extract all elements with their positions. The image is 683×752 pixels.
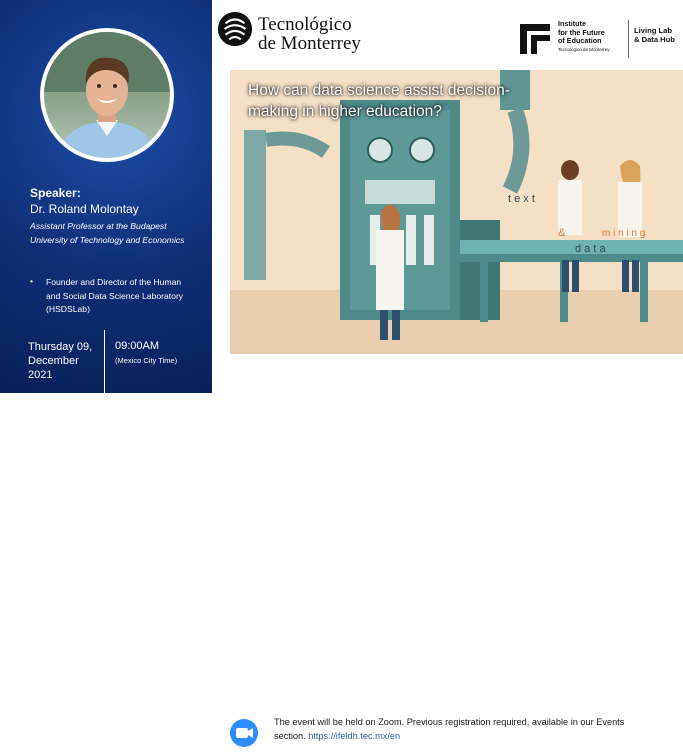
event-content: Tecnológico de Monterrey Institute for t… — [212, 0, 683, 747]
speaker-panel: Speaker: Dr. Roland Molontay Assistant P… — [0, 0, 212, 393]
university-name-line2: de Monterrey — [258, 33, 361, 54]
belt-word-data: d a t a — [575, 243, 606, 255]
event-headline: How can data science assist decision-mak… — [248, 82, 510, 120]
logo-bar: Tecnológico de Monterrey Institute for t… — [212, 0, 683, 68]
institute-name-line3: of Education — [558, 36, 602, 45]
zoom-icon — [230, 719, 258, 747]
event-banner: t e x t & m i n i n g d a t a How can da… — [230, 70, 683, 354]
event-info-prefix: section. — [274, 731, 306, 741]
tec-monterrey-logo-icon — [217, 11, 253, 47]
speaker-name: Dr. Roland Molontay — [30, 202, 139, 216]
logo-divider — [628, 20, 629, 58]
event-footer: The event will be held on Zoom. Previous… — [212, 356, 683, 747]
speaker-title: Assistant Professor at the Budapest Univ… — [30, 221, 185, 245]
institute-name: Institute for the Future of Education Te… — [558, 19, 638, 54]
event-info-line2: section. https://ifeldh.tec.mx/en — [274, 731, 400, 741]
event-date: Thursday 09, December 2021 — [28, 341, 93, 381]
living-lab-line1: Living Lab — [634, 26, 672, 35]
belt-word-mining: m i n i n g — [602, 228, 645, 239]
university-name-line1: Tecnológico — [258, 14, 352, 35]
university-name: Tecnológico de Monterrey — [258, 15, 361, 53]
belt-word-amp: & — [558, 227, 566, 239]
registration-link[interactable]: https://ifeldh.tec.mx/en — [308, 731, 400, 741]
bullet-symbol: • — [30, 276, 34, 286]
institute-logo-icon — [520, 24, 550, 54]
speaker-photo-frame — [40, 28, 174, 162]
schedule-divider — [104, 330, 105, 393]
belt-word-text: t e x t — [508, 193, 535, 205]
speaker-photo — [44, 32, 170, 158]
event-timezone: (Mexico City Time) — [115, 356, 178, 365]
institute-subtitle: Tecnológico de Monterrey — [558, 46, 610, 52]
living-lab-line2: & Data Hub — [634, 35, 675, 44]
event-time: 09:00AM — [115, 340, 160, 352]
speaker-bio-bullet: Founder and Director of the Human and So… — [46, 277, 184, 314]
speaker-label: Speaker: — [30, 186, 81, 200]
living-lab-name: Living Lab & Data Hub — [634, 26, 675, 44]
event-info-line1: The event will be held on Zoom. Previous… — [274, 717, 625, 727]
